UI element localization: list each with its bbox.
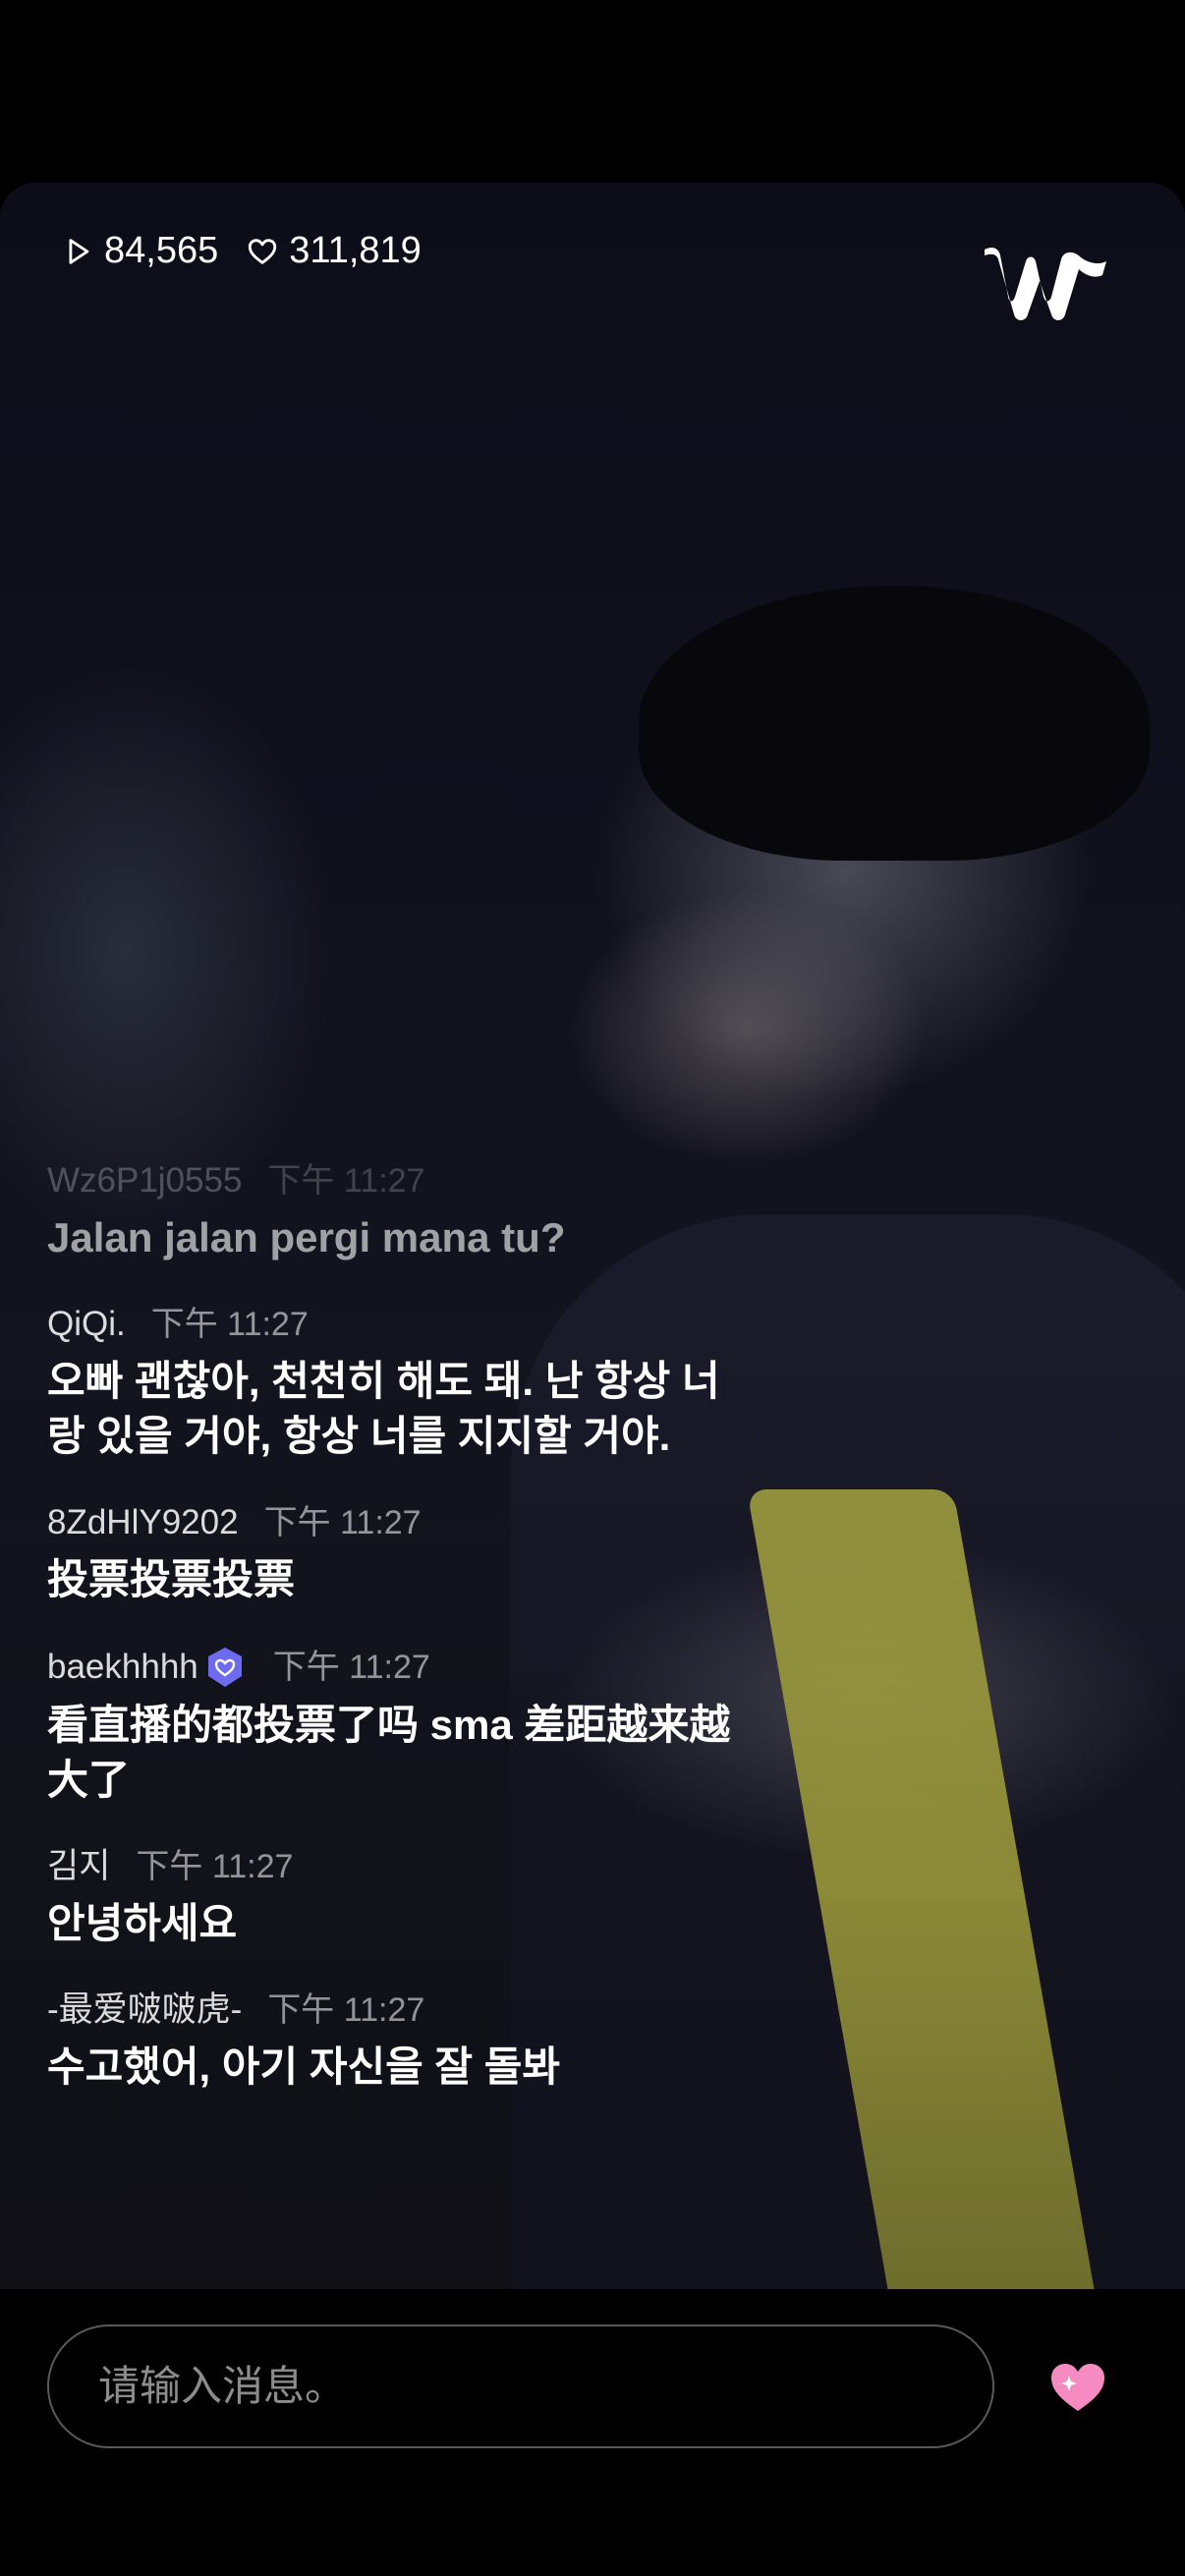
chat-list: Wz6P1j0555 下午 11:27 Jalan jalan pergi ma… [47,1159,755,2132]
heart-sparkle-icon[interactable] [1045,2354,1110,2419]
likes-count: 311,819 [289,230,422,271]
chat-timestamp: 下午 11:27 [272,1649,430,1686]
play-icon [69,238,89,264]
chat-text: 안녕하세요 [47,1900,238,1946]
chat-timestamp: 下午 11:27 [263,1504,422,1541]
views-stat: 84,565 [61,230,218,272]
chat-username[interactable]: 8ZdHlY9202 [47,1501,239,1544]
chat-message: -最爱啵啵虎- 下午 11:27 수고했어, 아기 자신을 잘 돌봐 [47,1988,755,2095]
chat-message-header: baekhhhh 下午 11:27 [47,1645,755,1690]
chat-username[interactable]: -最爱啵啵虎- [47,1988,242,2032]
chat-message: 8ZdHlY9202 下午 11:27 投票投票投票 [47,1501,755,1607]
chat-message-header: 8ZdHlY9202 下午 11:27 [47,1501,755,1544]
chat-text: 投票投票投票 [47,1556,296,1602]
weverse-logo [985,248,1106,320]
chat-username[interactable]: QiQi. [47,1303,126,1346]
chat-message-header: -最爱啵啵虎- 下午 11:27 [47,1988,755,2032]
chat-message-input[interactable] [96,2362,992,2411]
chat-message-header: QiQi. 下午 11:27 [47,1303,755,1346]
chat-timestamp: 下午 11:27 [150,1306,309,1343]
chat-timestamp: 下午 11:27 [267,1162,425,1200]
chat-input-container[interactable] [47,2324,994,2448]
chat-text: 수고했어, 아기 자신을 잘 돌봐 [47,2044,561,2090]
chat-message: baekhhhh 下午 11:27 看直播的都投票了吗 sma 差距越来越大了 [47,1645,755,1808]
chat-text: 看直播的都投票了吗 sma 差距越来越大了 [47,1702,731,1803]
chat-message: 김지 下午 11:27 안녕하세요 [47,1845,755,1951]
chat-message: QiQi. 下午 11:27 오빠 괜찮아, 천천히 해도 돼. 난 항상 너랑… [47,1303,755,1464]
heart-outline-icon [249,238,277,264]
chat-timestamp: 下午 11:27 [136,1848,294,1885]
verified-membership-badge-icon [207,1648,242,1687]
live-stats: 84,565 311,819 [61,230,449,272]
views-count: 84,565 [104,230,219,271]
chat-message-header: Wz6P1j0555 下午 11:27 [47,1159,755,1203]
chat-timestamp: 下午 11:27 [267,1991,425,2029]
chat-text: Jalan jalan pergi mana tu? [47,1214,566,1260]
chat-text: 오빠 괜찮아, 천천히 해도 돼. 난 항상 너랑 있을 거야, 항상 너를 지… [47,1358,720,1459]
video-subject-hair [639,586,1150,861]
chat-username[interactable]: Wz6P1j0555 [47,1159,242,1203]
chat-message-header: 김지 下午 11:27 [47,1845,755,1888]
chat-message: Wz6P1j0555 下午 11:27 Jalan jalan pergi ma… [47,1159,755,1265]
chat-username[interactable]: 김지 [47,1845,110,1888]
likes-stat: 311,819 [246,230,422,272]
chat-username[interactable]: baekhhhh [47,1646,198,1689]
